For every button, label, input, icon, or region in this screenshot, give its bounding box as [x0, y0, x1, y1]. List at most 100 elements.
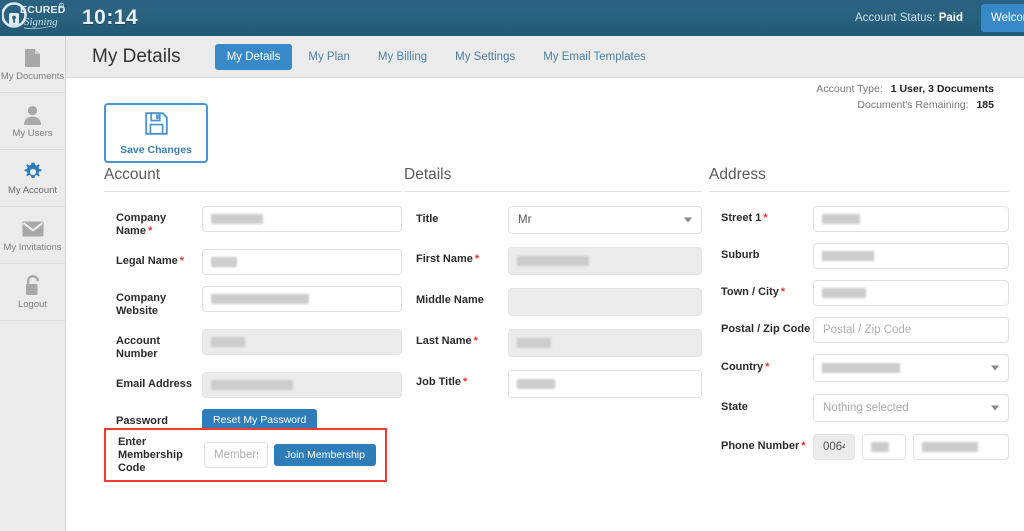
- field-town-city: Town / City *: [709, 280, 1009, 306]
- chevron-down-icon: [684, 217, 692, 223]
- required-marker: *: [763, 212, 768, 224]
- redacted-value: [211, 380, 293, 390]
- main-content: Account Type: 1 User, 3 Documents Docume…: [66, 78, 1024, 531]
- account-type-label: Account Type:: [816, 83, 883, 95]
- redacted-value: [822, 214, 860, 224]
- field-phone-number: Phone Number *: [709, 434, 1009, 460]
- field-state: State Nothing selected: [709, 394, 1009, 422]
- address-column: Address Street 1* Suburb Town / City*: [709, 166, 1009, 471]
- field-company-website: Company Website: [104, 286, 402, 318]
- required-marker: *: [801, 440, 806, 452]
- clock-time: 10:14: [82, 6, 139, 29]
- user-icon: [23, 104, 42, 126]
- membership-code-input[interactable]: [204, 442, 268, 468]
- tab-my-details[interactable]: My Details: [214, 43, 293, 70]
- field-title: Title Mr: [404, 206, 702, 234]
- required-marker: *: [765, 361, 770, 373]
- documents-remaining-row: Document's Remaining: 185: [816, 97, 994, 113]
- account-status-value: Paid: [938, 12, 963, 24]
- state-select[interactable]: Nothing selected: [813, 394, 1009, 422]
- account-status-label: Account Status:: [854, 12, 936, 24]
- title-select[interactable]: Mr: [508, 206, 702, 234]
- redacted-value: [822, 251, 874, 261]
- sidebar-item-my-invitations[interactable]: My Invitations: [0, 207, 65, 264]
- field-account-number: Account Number: [104, 329, 402, 361]
- save-changes-button[interactable]: Save Changes: [104, 103, 208, 163]
- field-label: Company Name: [116, 212, 167, 237]
- field-label: Street 1: [721, 212, 762, 224]
- account-type-row: Account Type: 1 User, 3 Documents: [816, 81, 994, 97]
- sidebar-item-label: My Users: [12, 127, 53, 139]
- page-title: My Details: [92, 45, 181, 67]
- chevron-down-icon: [991, 365, 999, 371]
- membership-label-line2: Membership Code: [118, 448, 183, 474]
- sidebar-item-my-documents[interactable]: My Documents: [0, 36, 65, 93]
- account-meta-info: Account Type: 1 User, 3 Documents Docume…: [816, 81, 994, 113]
- envelope-icon: [22, 218, 44, 240]
- field-first-name: First Name *: [404, 247, 702, 275]
- field-label: Title: [416, 213, 439, 225]
- redacted-value: [517, 338, 551, 348]
- field-label: Legal Name: [116, 255, 178, 267]
- unlock-icon: [24, 275, 42, 297]
- field-label: First Name: [416, 253, 473, 265]
- welcome-user-button[interactable]: Welcome: [981, 4, 1024, 32]
- field-label: Suburb: [721, 249, 760, 261]
- redacted-value: [922, 442, 978, 452]
- floppy-disk-save-icon: [144, 111, 169, 141]
- tab-my-settings[interactable]: My Settings: [443, 44, 527, 70]
- tab-my-billing[interactable]: My Billing: [366, 44, 439, 70]
- account-section-title: Account: [104, 166, 402, 192]
- field-postal-zip-code: Postal / Zip Code: [709, 317, 1009, 343]
- details-column: Details Title Mr First Name * Middle Nam…: [404, 166, 702, 409]
- redacted-value: [211, 294, 309, 304]
- topbar-right-group: Account Status: Paid Welcome: [855, 0, 1024, 36]
- field-label: State: [721, 401, 748, 413]
- save-changes-label: Save Changes: [120, 143, 192, 156]
- field-job-title: Job Title *: [404, 370, 702, 398]
- details-section-title: Details: [404, 166, 702, 192]
- documents-remaining-label: Document's Remaining:: [857, 99, 969, 111]
- sidebar-item-label: Logout: [17, 298, 48, 310]
- field-label: Postal / Zip Code: [721, 323, 811, 335]
- field-last-name: Last Name *: [404, 329, 702, 357]
- join-membership-button[interactable]: Join Membership: [274, 444, 376, 466]
- required-marker: *: [473, 335, 478, 347]
- field-suburb: Suburb: [709, 243, 1009, 269]
- redacted-value: [211, 214, 263, 224]
- tab-my-plan[interactable]: My Plan: [296, 44, 362, 70]
- required-marker: *: [179, 255, 185, 267]
- redacted-value: [871, 442, 889, 452]
- address-section-title: Address: [709, 166, 1009, 192]
- document-icon: [24, 47, 41, 69]
- field-company-name: Company Name *: [104, 206, 402, 238]
- field-label: Account Number: [116, 335, 160, 360]
- gear-icon: [23, 161, 43, 183]
- postal-zip-code-input[interactable]: [813, 317, 1009, 343]
- redacted-value: [822, 288, 866, 298]
- sidebar-item-my-users[interactable]: My Users: [0, 93, 65, 150]
- sidebar-item-logout[interactable]: Logout: [0, 264, 65, 321]
- field-label: Middle Name: [416, 294, 484, 306]
- required-marker: *: [474, 253, 480, 265]
- field-label: Last Name: [416, 335, 472, 347]
- tab-bar: My Details My Plan My Billing My Setting…: [214, 43, 658, 70]
- title-select-value: Mr: [518, 214, 532, 226]
- left-sidebar: My Documents My Users My Account My Invi…: [0, 36, 66, 531]
- field-label: Company Website: [116, 292, 167, 317]
- brand-logo[interactable]: ECURED R Signing: [0, 0, 66, 36]
- required-marker: *: [780, 286, 786, 298]
- field-email-address: Email Address: [104, 372, 402, 398]
- sidebar-item-label: My Documents: [0, 70, 65, 82]
- required-marker: *: [463, 376, 468, 388]
- sidebar-item-my-account[interactable]: My Account: [0, 150, 65, 207]
- tab-my-email-templates[interactable]: My Email Templates: [531, 44, 658, 70]
- padlock-logo-icon: ECURED R Signing: [2, 2, 66, 30]
- field-label: Town / City: [721, 286, 779, 298]
- membership-label-line1: Enter: [118, 435, 147, 448]
- account-column: Account Company Name * Legal Name * Compan…: [104, 166, 402, 482]
- state-select-placeholder: Nothing selected: [823, 402, 909, 414]
- account-type-value: 1 User, 3 Documents: [890, 83, 994, 95]
- chevron-down-icon: [991, 405, 999, 411]
- required-marker: *: [147, 225, 153, 237]
